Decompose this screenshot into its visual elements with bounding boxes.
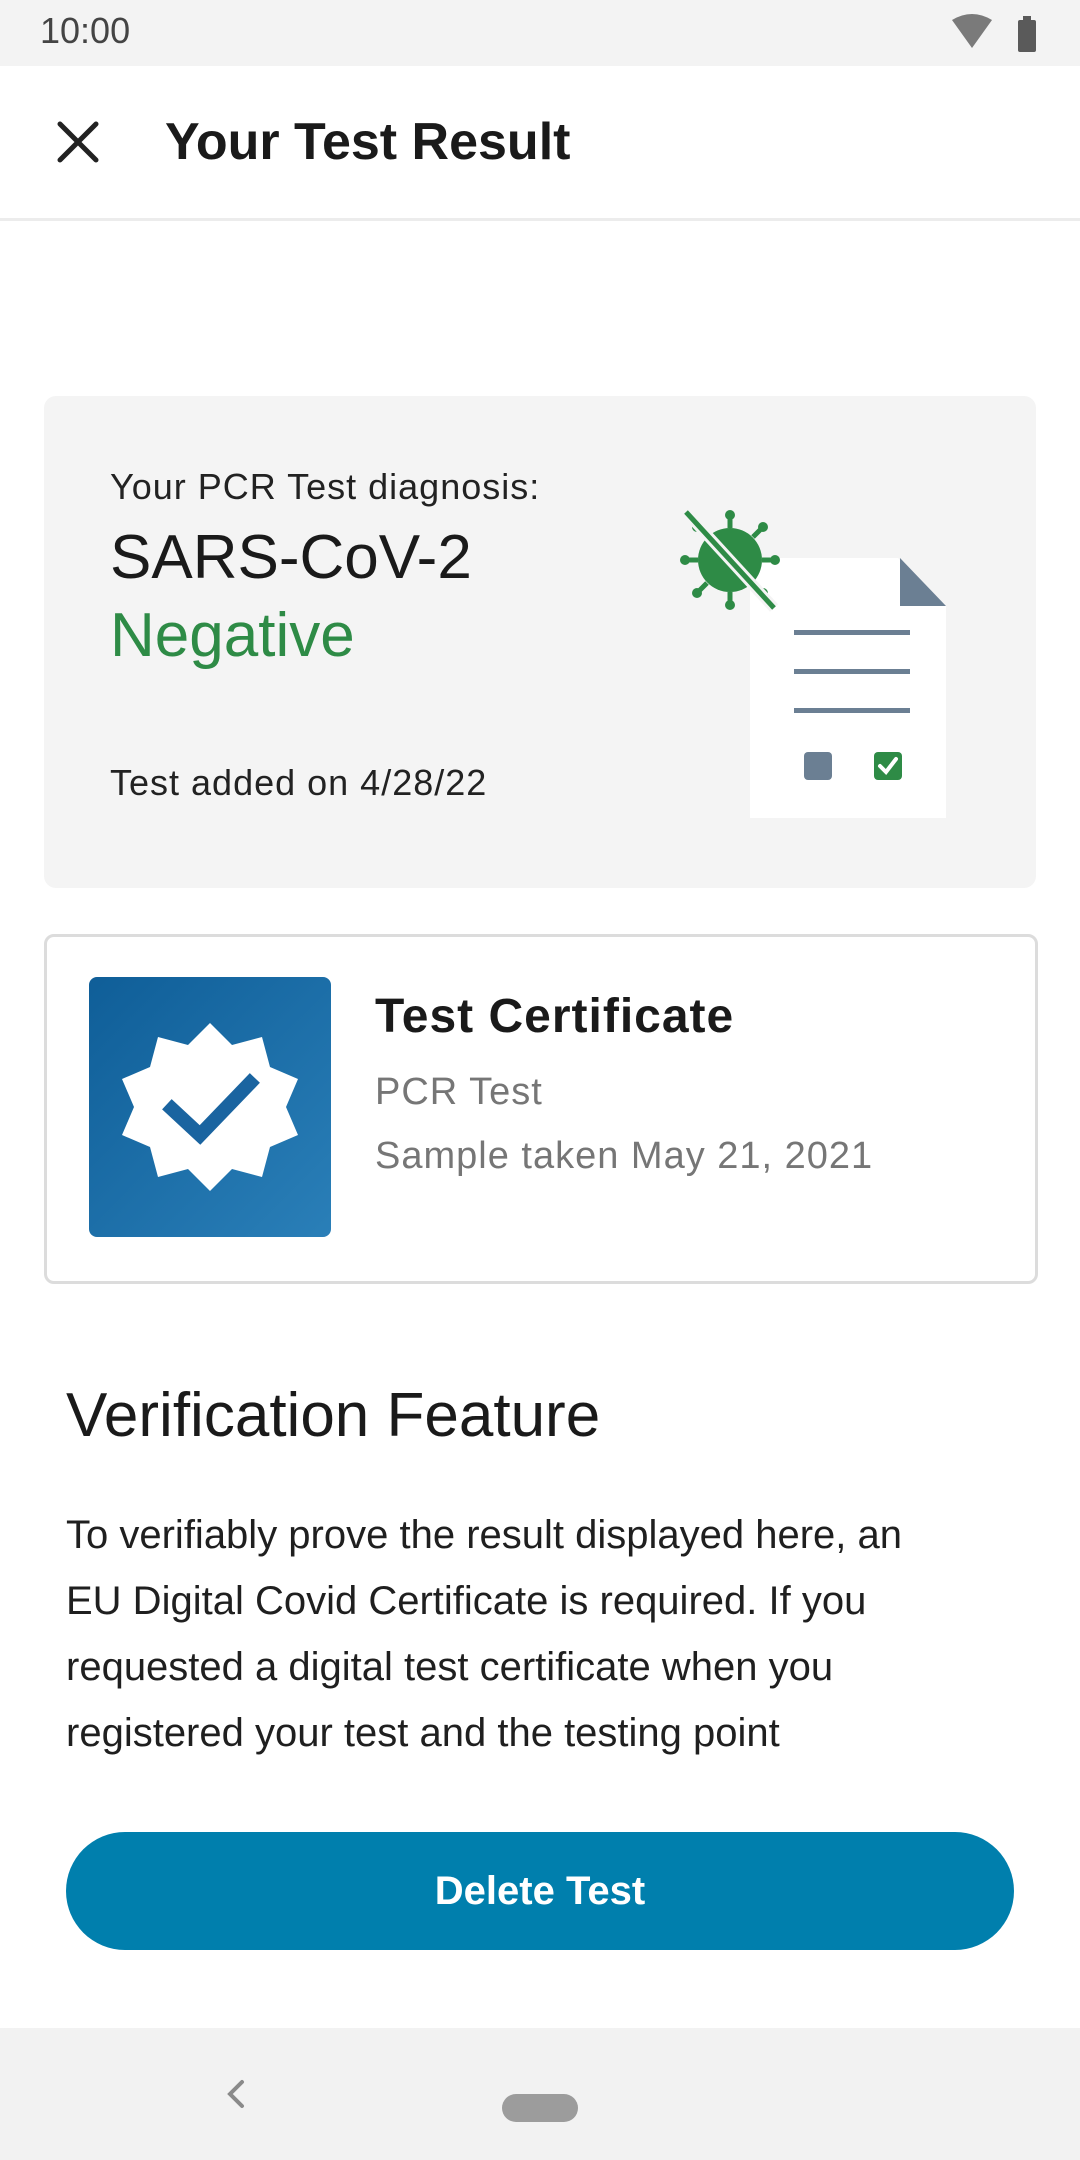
system-nav-bar <box>0 2028 1080 2160</box>
verified-badge-icon <box>122 1023 298 1191</box>
back-button[interactable] <box>216 2072 256 2116</box>
certificate-test-type: PCR Test <box>375 1071 543 1113</box>
test-added-date: Test added on 4/28/22 <box>110 762 488 803</box>
certificate-title: Test Certificate <box>375 990 735 1043</box>
test-result-card: Your PCR Test diagnosis: SARS-CoV-2 Nega… <box>44 396 1036 888</box>
page-title: Your Test Result <box>165 113 571 171</box>
verification-heading: Verification Feature <box>66 1381 601 1450</box>
result-status: Negative <box>110 601 355 670</box>
verification-body: To verifiably prove the result displayed… <box>66 1513 903 1755</box>
toolbar: Your Test Result <box>0 66 1080 221</box>
virus-name: SARS-CoV-2 <box>110 523 472 592</box>
certificate-sample-date: Sample taken May 21, 2021 <box>375 1135 874 1177</box>
diagnosis-label: Your PCR Test diagnosis: <box>110 466 541 507</box>
negative-result-illustration <box>678 508 958 828</box>
chevron-left-icon <box>227 2080 244 2108</box>
status-time: 10:00 <box>40 10 131 51</box>
home-button[interactable] <box>502 2094 578 2122</box>
battery-icon <box>1018 16 1036 52</box>
test-certificate-card[interactable]: Test Certificate PCR Test Sample taken M… <box>44 934 1038 1284</box>
certificate-badge <box>89 977 331 1237</box>
status-icons <box>950 14 1040 54</box>
wifi-icon <box>952 14 992 48</box>
delete-test-button[interactable]: Delete Test <box>66 1832 1014 1950</box>
document-icon <box>750 558 946 818</box>
virus-crossed-icon <box>680 508 780 612</box>
close-button[interactable] <box>40 104 116 180</box>
status-bar: 10:00 <box>0 0 1080 66</box>
close-icon <box>57 121 99 163</box>
